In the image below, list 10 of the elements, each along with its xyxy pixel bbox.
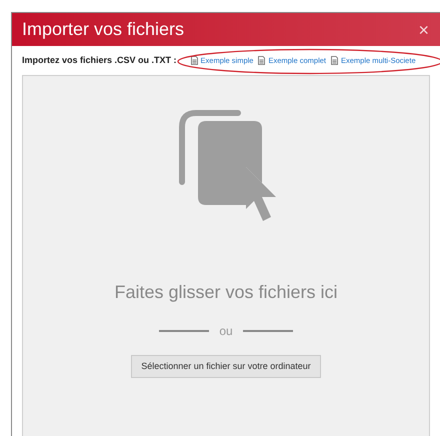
window-title: Importer vos fichiers — [22, 18, 184, 41]
document-icon — [258, 56, 266, 65]
select-file-button[interactable]: Sélectionner un fichier sur votre ordinateur — [131, 355, 321, 378]
document-icon — [331, 56, 338, 65]
document-icon — [190, 56, 198, 65]
close-button[interactable]: × — [418, 20, 429, 38]
drop-message: Faites glisser vos fichiers ici — [114, 281, 338, 304]
drop-zone[interactable]: Faites glisser vos fichiers ici ou Sélectionner un fichier sur votre ordinateur — [22, 75, 430, 436]
intro-text: Importez vos fichiers .CSV ou .TXT : — [22, 54, 177, 67]
separator-text: ou — [219, 323, 233, 340]
